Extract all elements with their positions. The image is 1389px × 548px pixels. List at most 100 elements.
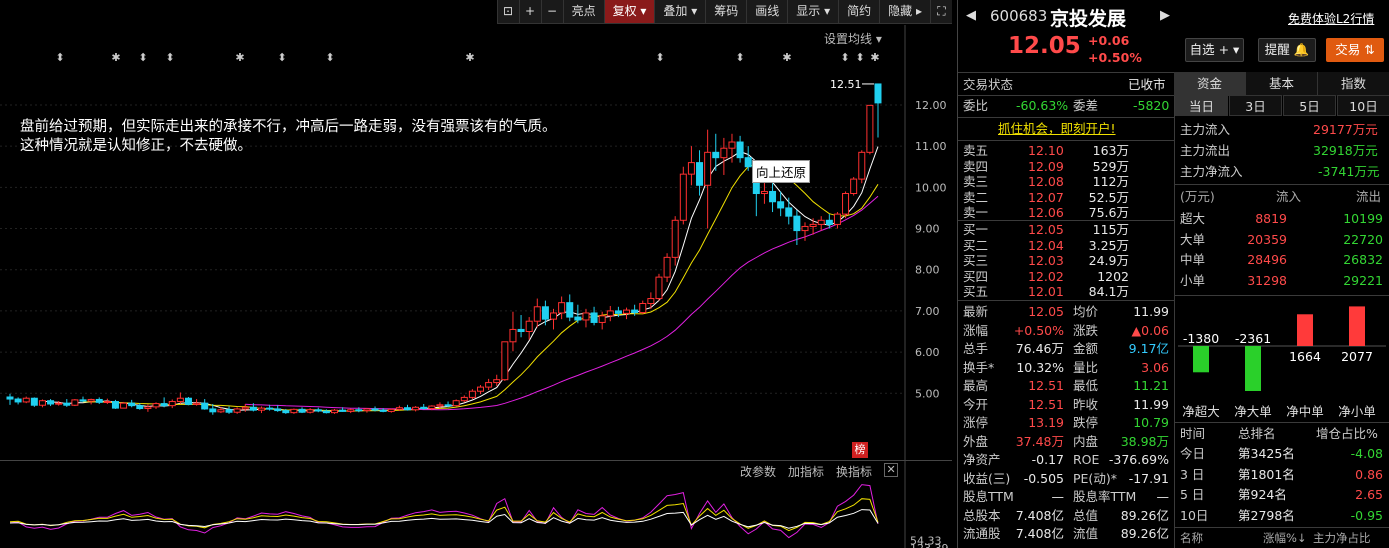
rank-period: 3 日 (1180, 466, 1205, 482)
l2-trial-link[interactable]: 免费体验L2行情 (1288, 10, 1374, 27)
period-tab[interactable]: 3日 (1229, 95, 1282, 116)
divider (958, 140, 1174, 141)
price-tick-label: 12.00 (915, 99, 947, 112)
switch-indicator-button[interactable]: 换指标 (836, 463, 872, 480)
ask-label: 卖三 (963, 174, 989, 189)
rank-pct: -0.95 (1350, 507, 1383, 523)
event-marker: ⬍ (138, 51, 147, 64)
bid-volume: 24.9万 (1088, 253, 1129, 268)
candle-body (647, 298, 655, 304)
candle-body (696, 162, 704, 186)
quote-label: 涨停 (963, 415, 989, 430)
quote-value: 10.32% (1016, 359, 1064, 375)
candle-body (598, 315, 606, 323)
candle-body (452, 400, 460, 407)
period-tab[interactable]: 当日 (1175, 95, 1228, 116)
capital-tab[interactable]: 资金 (1174, 72, 1246, 96)
rank-footer-col[interactable]: 涨幅%↓ (1263, 528, 1307, 548)
trade-button[interactable]: 交易 ⇅ (1326, 38, 1384, 62)
panel-divider (0, 460, 952, 461)
bid-volume: 84.1万 (1088, 284, 1129, 299)
period-tab[interactable]: 10日 (1337, 95, 1389, 116)
divider (1174, 184, 1389, 185)
bid-volume: 115万 (1092, 222, 1129, 237)
candle-body (225, 409, 233, 413)
candle-body (217, 409, 225, 413)
add-watch-button[interactable]: 自选 + ▾ (1185, 38, 1244, 62)
unit-label: (万元) (1180, 189, 1215, 204)
candle-body (558, 302, 566, 314)
net-flow-bar (1297, 314, 1313, 346)
close-icon[interactable]: ✕ (884, 463, 899, 477)
net-flow-label: 净小单 (1338, 404, 1376, 419)
candle-body (184, 397, 192, 405)
candle-body (71, 399, 79, 406)
candle-body (623, 309, 631, 314)
candle-body (371, 408, 379, 411)
candle-body (850, 178, 858, 195)
candle-body (38, 400, 46, 406)
rank-footer-col[interactable]: 名称 (1180, 528, 1203, 548)
net-flow-bar (1245, 346, 1261, 391)
indicator-line-2 (9, 498, 879, 532)
candle-body (614, 310, 622, 314)
candle-body (525, 320, 533, 333)
col-inflow-label: 流入 (1276, 189, 1302, 204)
candle-body (95, 398, 103, 403)
candle-body (6, 396, 14, 400)
quote-label: 金额 (1073, 341, 1099, 356)
candle-body (777, 201, 785, 209)
candle-body (79, 399, 87, 402)
candle-body (193, 402, 201, 405)
main-outflow-label: 主力流出 (1180, 143, 1231, 158)
price-tick-label: 7.00 (915, 305, 940, 318)
kline-chart-panel[interactable]: ⊡ + − 亮点 复权 ▾ 叠加 ▾ 筹码 画线 显示 ▾ 简约 隐藏 ▸ ⛶ … (0, 0, 952, 548)
candle-body (817, 219, 825, 225)
quote-label: 股息率TTM (1073, 489, 1137, 504)
candle-body (744, 157, 752, 168)
quote-label: 内盘 (1073, 433, 1099, 449)
ask-volume: 163万 (1092, 143, 1129, 158)
play-right-icon[interactable]: ▶ (1160, 8, 1170, 23)
candle-body (858, 151, 866, 180)
candle-body (655, 276, 663, 300)
capital-tab[interactable]: 指数 (1318, 72, 1389, 96)
trade-status-value: 已收市 (1128, 77, 1166, 92)
bid-price: 12.04 (1028, 237, 1064, 253)
flow-in-value: 20359 (1247, 231, 1287, 247)
quote-value: 11.21 (1133, 378, 1169, 393)
ask-volume: 112万 (1092, 174, 1129, 189)
play-left-icon[interactable]: ◀ (966, 8, 976, 23)
quote-value: 38.98万 (1120, 433, 1169, 449)
rank-footer-col[interactable]: 主力净占比 (1313, 528, 1371, 548)
alert-button[interactable]: 提醒 🔔 (1258, 38, 1316, 62)
rank-badge[interactable]: 榜 (852, 442, 868, 458)
event-marker: ⬍ (55, 51, 64, 64)
ma10-line (83, 163, 879, 412)
candle-body (330, 409, 338, 414)
last-price: 12.05 (1008, 33, 1081, 59)
candle-body (168, 401, 176, 407)
add-indicator-button[interactable]: 加指标 (788, 463, 824, 480)
candle-body (136, 405, 144, 410)
candle-body (631, 309, 639, 314)
col-outflow-label: 流出 (1356, 189, 1382, 204)
capital-tab[interactable]: 基本 (1246, 72, 1318, 96)
candle-body (866, 104, 874, 153)
candle-body (566, 302, 574, 318)
flow-out-value: 26832 (1343, 252, 1383, 267)
flow-row-label: 超大 (1180, 211, 1206, 226)
open-account-link[interactable]: 抓住机会，即刻开户! (998, 119, 1116, 139)
candle-body (477, 386, 485, 392)
candle-body (574, 316, 582, 321)
candle-body (444, 404, 452, 407)
change-percent: +0.50% (1088, 50, 1142, 65)
event-marker: ⬍ (277, 51, 286, 64)
candle-body (736, 141, 744, 159)
bid-label: 买三 (963, 253, 989, 268)
candle-body (47, 400, 55, 405)
period-tab[interactable]: 5日 (1283, 95, 1336, 116)
edit-params-button[interactable]: 改参数 (740, 463, 776, 480)
candle-body (793, 215, 801, 232)
candle-body (282, 410, 290, 414)
